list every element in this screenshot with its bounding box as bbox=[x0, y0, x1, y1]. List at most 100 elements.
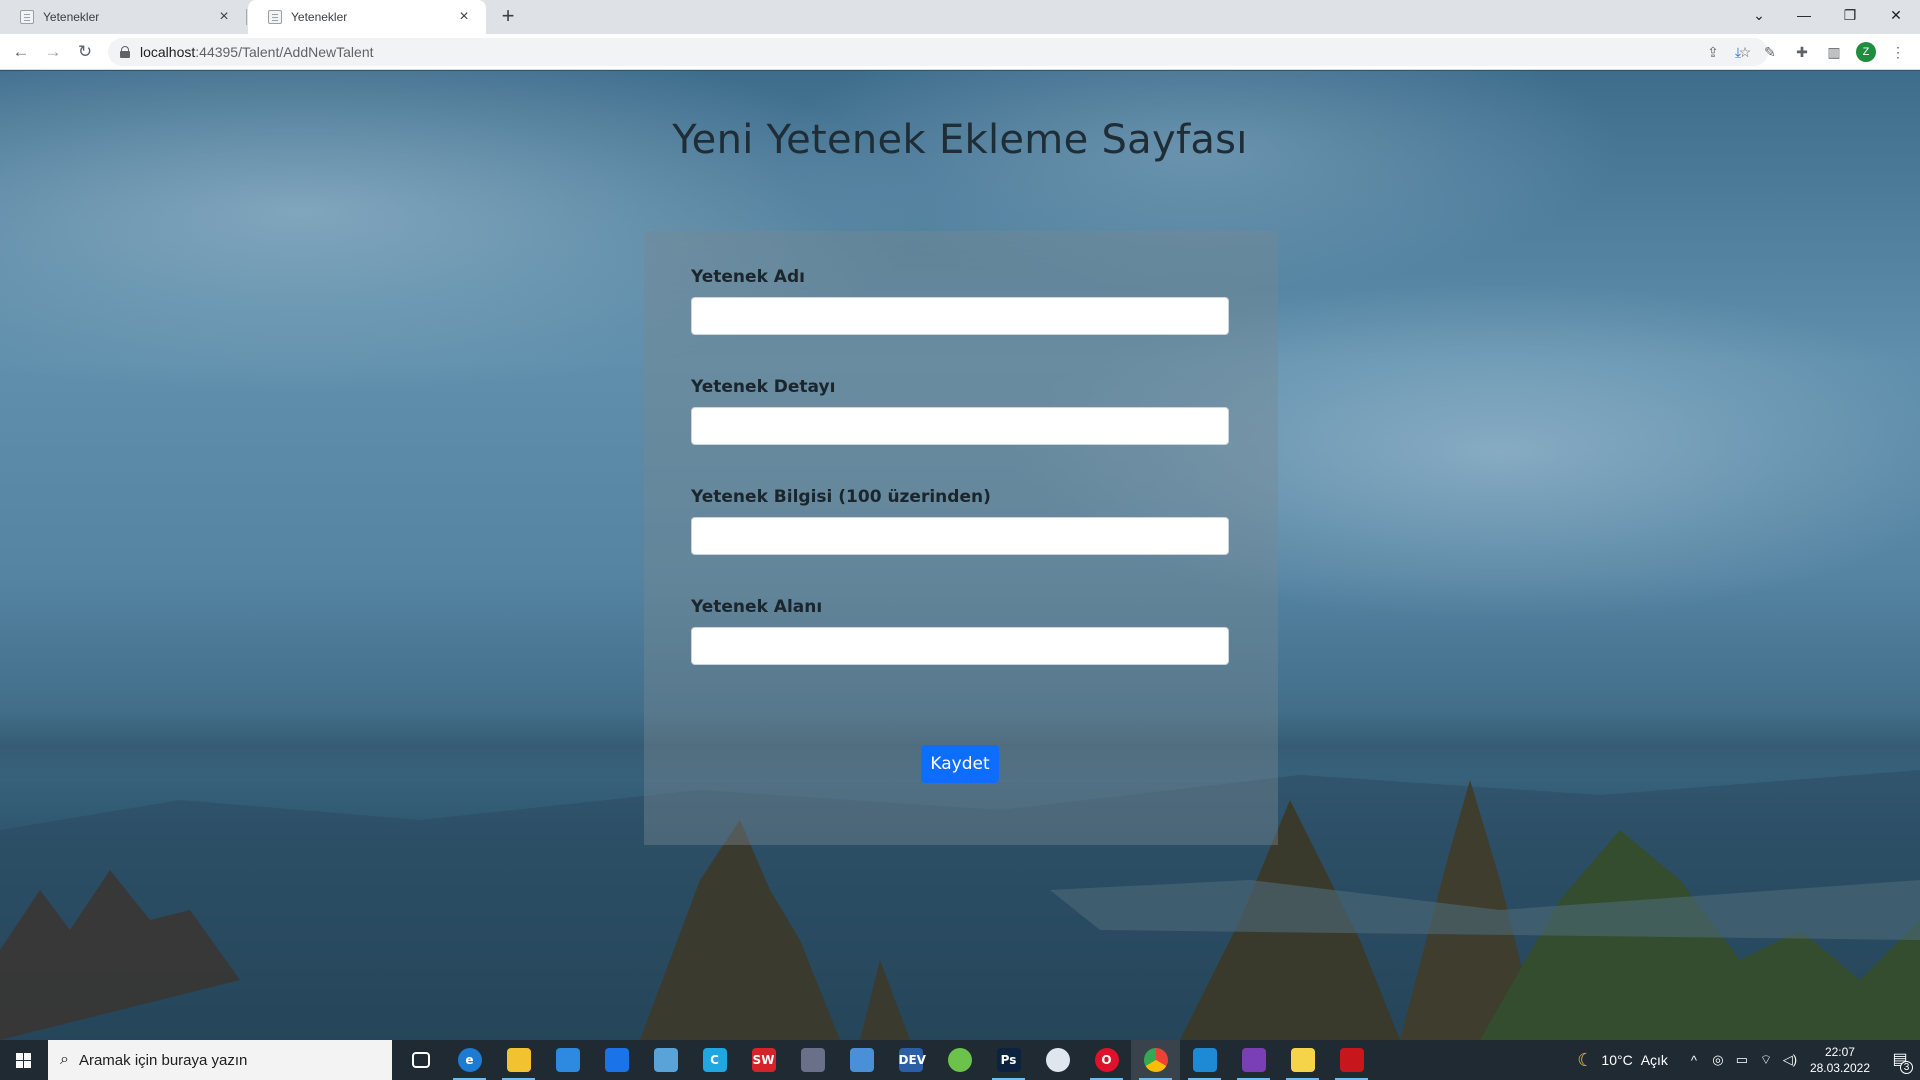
url-text: localhost:44395/Talent/AddNewTalent bbox=[140, 44, 374, 60]
windows-taskbar: ⌕ Aramak için buraya yazın e C SW DEV Ps O ☾ … bbox=[0, 1040, 1920, 1080]
volume-icon[interactable]: ◁) bbox=[1780, 1052, 1800, 1068]
app-cube-icon bbox=[849, 1048, 874, 1072]
field-talent-name: Yetenek Adı bbox=[691, 267, 1230, 335]
start-button[interactable] bbox=[0, 1040, 48, 1080]
acrobat-icon bbox=[1339, 1048, 1364, 1072]
back-button[interactable]: ← bbox=[9, 40, 33, 64]
taskbar-app-store[interactable] bbox=[543, 1040, 592, 1080]
taskbar-app-app-plane[interactable] bbox=[641, 1040, 690, 1080]
tab-yetenekler-2[interactable]: Yetenekler × bbox=[248, 0, 486, 34]
close-window-button[interactable]: ✕ bbox=[1873, 0, 1919, 30]
wifi-icon[interactable]: ⌔ bbox=[1756, 1052, 1776, 1068]
weather-condition: Açık bbox=[1640, 1052, 1668, 1068]
windows-logo-icon bbox=[16, 1053, 31, 1068]
taskbar-app-app-circle[interactable] bbox=[1033, 1040, 1082, 1080]
taskbar-app-dev-cpp[interactable]: DEV bbox=[886, 1040, 935, 1080]
taskbar-search-input[interactable]: ⌕ Aramak için buraya yazın bbox=[48, 1040, 392, 1080]
file-explorer-icon bbox=[506, 1048, 531, 1072]
clock-time: 22:07 bbox=[1824, 1045, 1855, 1059]
field-talent-area: Yetenek Alanı bbox=[691, 597, 1230, 665]
battery-icon[interactable]: ▭ bbox=[1732, 1052, 1752, 1068]
taskbar-app-solidworks[interactable]: SW bbox=[739, 1040, 788, 1080]
page-content: Yeni Yetenek Ekleme Sayfası Yetenek Adı … bbox=[0, 71, 1920, 1040]
taskbar-app-task-view[interactable] bbox=[396, 1040, 445, 1080]
app-printer-icon bbox=[800, 1048, 825, 1072]
ccleaner-icon: C bbox=[702, 1048, 727, 1072]
taskbar-app-app-printer[interactable] bbox=[788, 1040, 837, 1080]
app-sticky-icon bbox=[1290, 1048, 1315, 1072]
forward-button[interactable]: → bbox=[41, 40, 65, 64]
new-tab-button[interactable]: + bbox=[496, 5, 520, 29]
search-icon: ⌕ bbox=[60, 1051, 69, 1068]
talent-area-label: Yetenek Alanı bbox=[691, 597, 823, 617]
taskbar-app-opera[interactable]: O bbox=[1082, 1040, 1131, 1080]
tab-close-icon[interactable]: × bbox=[456, 9, 472, 25]
eyedropper-extension-icon[interactable]: ✎ bbox=[1758, 40, 1782, 64]
show-hidden-icons-chevron-icon[interactable]: ^ bbox=[1684, 1053, 1704, 1068]
tab-close-icon[interactable]: × bbox=[216, 9, 232, 25]
tab-title: Yetenekler bbox=[291, 10, 348, 24]
talent-score-label: Yetenek Bilgisi (100 üzerinden) bbox=[691, 487, 991, 507]
task-view-icon bbox=[411, 1052, 430, 1068]
weather-widget[interactable]: ☾ 10°C Açık bbox=[1577, 1050, 1668, 1071]
app-green-icon bbox=[947, 1048, 972, 1072]
taskbar-app-acrobat[interactable] bbox=[1327, 1040, 1376, 1080]
lock-icon[interactable] bbox=[120, 46, 130, 58]
photoshop-icon: Ps bbox=[996, 1048, 1021, 1072]
moon-icon: ☾ bbox=[1577, 1049, 1594, 1070]
app-plane-icon bbox=[653, 1048, 678, 1072]
mail-icon bbox=[604, 1048, 629, 1072]
menu-kebab-icon[interactable]: ⋮ bbox=[1886, 40, 1910, 64]
browser-toolbar: ← → ↻ localhost:44395/Talent/AddNewTalen… bbox=[0, 34, 1920, 70]
talent-detail-label: Yetenek Detayı bbox=[691, 377, 836, 397]
search-placeholder: Aramak için buraya yazın bbox=[78, 1051, 248, 1069]
solidworks-icon: SW bbox=[751, 1048, 776, 1072]
browser-tab-bar: Yetenekler × Yetenekler × + ⌄ — ❐ ✕ bbox=[0, 0, 1920, 34]
dev-cpp-icon: DEV bbox=[898, 1048, 926, 1072]
system-tray: ☾ 10°C Açık ^ ◎ ▭ ⌔ ◁) 22:07 28.03.2022 … bbox=[1577, 1040, 1920, 1080]
extensions-puzzle-icon[interactable]: ✚ bbox=[1790, 40, 1814, 64]
talent-name-input[interactable] bbox=[691, 297, 1229, 335]
taskbar-app-visual-studio[interactable] bbox=[1229, 1040, 1278, 1080]
download-icon[interactable]: ⤓ bbox=[1726, 40, 1750, 64]
taskbar-app-file-explorer[interactable] bbox=[494, 1040, 543, 1080]
page-favicon-icon bbox=[268, 10, 282, 24]
taskbar-apps: e C SW DEV Ps O bbox=[396, 1040, 1376, 1080]
notification-count-badge: 3 bbox=[1900, 1061, 1913, 1074]
vscode-icon bbox=[1192, 1048, 1217, 1072]
taskbar-app-app-sticky[interactable] bbox=[1278, 1040, 1327, 1080]
address-bar[interactable]: localhost:44395/Talent/AddNewTalent ⇪ ☆ bbox=[108, 38, 1768, 66]
page-title: Yeni Yetenek Ekleme Sayfası bbox=[672, 117, 1248, 163]
taskbar-app-vscode[interactable] bbox=[1180, 1040, 1229, 1080]
restore-button[interactable]: ❐ bbox=[1827, 0, 1873, 30]
tab-search-chevron-icon[interactable]: ⌄ bbox=[1736, 0, 1782, 30]
edge-icon: e bbox=[457, 1048, 482, 1072]
taskbar-app-mail[interactable] bbox=[592, 1040, 641, 1080]
taskbar-app-ccleaner[interactable]: C bbox=[690, 1040, 739, 1080]
meet-now-icon[interactable]: ◎ bbox=[1708, 1052, 1728, 1068]
share-icon[interactable]: ⇪ bbox=[1704, 44, 1722, 61]
tab-yetenekler-1[interactable]: Yetenekler × bbox=[0, 0, 246, 34]
field-talent-detail: Yetenek Detayı bbox=[691, 377, 1230, 445]
profile-avatar[interactable]: Z bbox=[1856, 42, 1876, 62]
minimize-button[interactable]: — bbox=[1781, 0, 1827, 30]
taskbar-app-photoshop[interactable]: Ps bbox=[984, 1040, 1033, 1080]
taskbar-app-chrome[interactable] bbox=[1131, 1040, 1180, 1080]
clock[interactable]: 22:07 28.03.2022 bbox=[1810, 1044, 1870, 1076]
taskbar-app-app-green[interactable] bbox=[935, 1040, 984, 1080]
taskbar-app-app-cube[interactable] bbox=[837, 1040, 886, 1080]
chrome-icon bbox=[1143, 1048, 1168, 1072]
weather-temp: 10°C bbox=[1601, 1052, 1633, 1068]
talent-form: Yetenek Adı Yetenek Detayı Yetenek Bilgi… bbox=[644, 231, 1278, 845]
visual-studio-icon bbox=[1241, 1048, 1266, 1072]
talent-name-label: Yetenek Adı bbox=[691, 267, 805, 287]
side-panel-icon[interactable]: ▥ bbox=[1822, 40, 1846, 64]
taskbar-app-edge[interactable]: e bbox=[445, 1040, 494, 1080]
notifications-button[interactable]: ▤ 3 bbox=[1880, 1040, 1920, 1080]
save-button[interactable]: Kaydet bbox=[921, 745, 999, 783]
reload-button[interactable]: ↻ bbox=[73, 40, 97, 64]
talent-area-input[interactable] bbox=[691, 627, 1229, 665]
talent-detail-input[interactable] bbox=[691, 407, 1229, 445]
talent-score-input[interactable] bbox=[691, 517, 1229, 555]
tab-title: Yetenekler bbox=[43, 10, 100, 24]
